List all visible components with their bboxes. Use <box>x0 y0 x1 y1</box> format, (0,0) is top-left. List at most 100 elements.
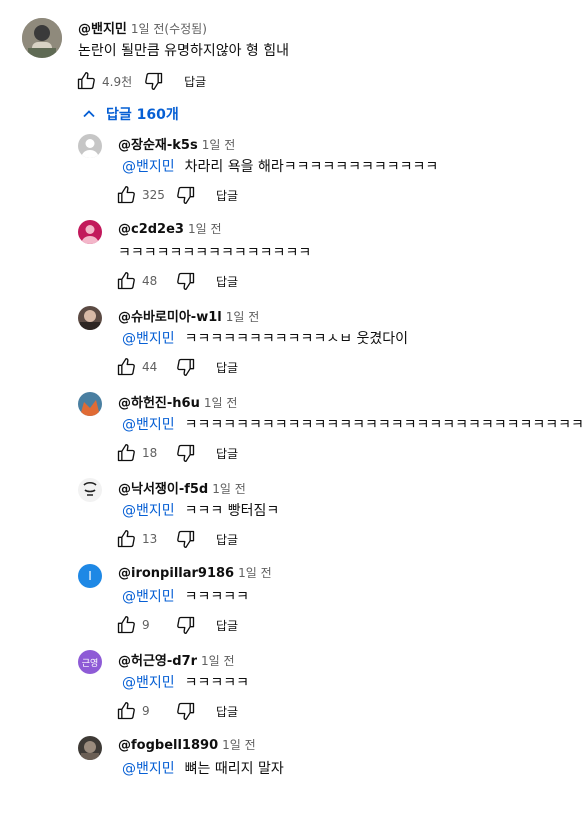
reply-button[interactable]: 답글 <box>216 359 238 376</box>
like-icon[interactable] <box>116 357 136 377</box>
reply-time[interactable]: 1일 전 <box>201 652 235 669</box>
reply-meta: @ironpillar9186 1일 전 <box>118 564 272 581</box>
reply-author[interactable]: @장순재-k5s <box>118 134 198 153</box>
reply-comment: @하헌진-h6u 1일 전 @밴지민 ㅋㅋㅋㅋㅋㅋㅋㅋㅋㅋㅋㅋㅋㅋㅋㅋㅋㅋㅋㅋㅋㅋㅋㅋ… <box>0 388 582 474</box>
reply-meta: @장순재-k5s 1일 전 <box>118 134 235 153</box>
reply-button[interactable]: 답글 <box>216 445 238 462</box>
reply-author[interactable]: @슈바로미아-w1l <box>118 306 222 325</box>
reply-avatar[interactable] <box>78 134 102 158</box>
reply-author[interactable]: @허근영-d7r <box>118 650 197 669</box>
avatar-letter: I <box>78 564 102 588</box>
reply-text-row: @밴지민 뼈는 때리지 말자 <box>122 758 284 778</box>
reply-text: 뼈는 때리지 말자 <box>184 761 284 777</box>
comment-text: 논란이 될만큼 유명하지않아 형 힘내 <box>78 43 289 59</box>
reply-button[interactable]: 답글 <box>216 273 238 290</box>
reply-actions: 9 답글 <box>116 700 238 722</box>
reply-mention-link[interactable]: @밴지민 <box>122 503 175 519</box>
reply-author[interactable]: @fogbell1890 <box>118 738 218 753</box>
reply-author[interactable]: @ironpillar9186 <box>118 566 234 581</box>
reply-avatar[interactable] <box>78 478 102 502</box>
top-comment: @밴지민 1일 전(수정됨) 논란이 될만큼 유명하지않아 형 힘내 4.9천 … <box>0 0 582 100</box>
reply-mention-link[interactable]: @밴지민 <box>122 417 175 433</box>
reply-like-count: 44 <box>142 360 158 374</box>
reply-meta: @허근영-d7r 1일 전 <box>118 650 235 669</box>
reply-comment: @fogbell1890 1일 전 @밴지민 뼈는 때리지 말자 <box>0 732 582 818</box>
comment-author[interactable]: @밴지민 <box>78 18 127 37</box>
like-icon[interactable] <box>116 443 136 463</box>
like-icon[interactable] <box>116 529 136 549</box>
reply-avatar[interactable]: 근영 <box>78 650 102 674</box>
reply-like-count: 9 <box>142 704 150 718</box>
comment-actions: 4.9천 답글 <box>76 70 206 92</box>
reply-actions: 325 답글 <box>116 184 238 206</box>
like-icon[interactable] <box>116 615 136 635</box>
like-icon[interactable] <box>76 71 96 91</box>
reply-meta: @슈바로미아-w1l 1일 전 <box>118 306 259 325</box>
reply-button[interactable]: 답글 <box>216 187 238 204</box>
reply-avatar[interactable] <box>78 220 102 244</box>
reply-like-count: 48 <box>142 274 158 288</box>
reply-time[interactable]: 1일 전 <box>222 736 256 753</box>
reply-meta: @fogbell1890 1일 전 <box>118 736 256 753</box>
dislike-icon[interactable] <box>176 271 196 291</box>
reply-text: ㅋㅋㅋㅋㅋㅋㅋㅋㅋㅋㅋㅅㅂ 웃겼다이 <box>184 331 409 347</box>
reply-text-row: @밴지민 ㅋㅋㅋㅋㅋ <box>122 672 249 692</box>
reply-like-count: 9 <box>142 618 150 632</box>
reply-mention-link[interactable]: @밴지민 <box>122 331 175 347</box>
dislike-icon[interactable] <box>144 71 164 91</box>
comment-time[interactable]: 1일 전(수정됨) <box>131 20 207 37</box>
reply-mention-link[interactable]: @밴지민 <box>122 761 175 777</box>
reply-actions: 13 답글 <box>116 528 238 550</box>
reply-time[interactable]: 1일 전 <box>188 220 222 237</box>
reply-actions: 18 답글 <box>116 442 238 464</box>
reply-author[interactable]: @c2d2e3 <box>118 222 184 237</box>
reply-text: ㅋㅋㅋ 빵터짐ㅋ <box>184 503 280 519</box>
reply-actions: 9 답글 <box>116 614 238 636</box>
like-icon[interactable] <box>116 701 136 721</box>
reply-meta: @c2d2e3 1일 전 <box>118 220 222 237</box>
dislike-icon[interactable] <box>176 443 196 463</box>
like-icon[interactable] <box>116 271 136 291</box>
reply-comment: 근영 @허근영-d7r 1일 전 @밴지민 ㅋㅋㅋㅋㅋ 9 답글 <box>0 646 582 732</box>
reply-text: 차라리 욕을 해라ㅋㅋㅋㅋㅋㅋㅋㅋㅋㅋㅋㅋ <box>184 159 439 175</box>
reply-comment: @낙서쟁이-f5d 1일 전 @밴지민 ㅋㅋㅋ 빵터짐ㅋ 13 답글 <box>0 474 582 560</box>
replies-toggle-button[interactable]: 답글 160개 <box>82 104 179 124</box>
reply-text: ㅋㅋㅋㅋㅋ <box>184 589 250 605</box>
reply-time[interactable]: 1일 전 <box>238 564 272 581</box>
reply-author[interactable]: @하헌진-h6u <box>118 392 200 411</box>
chevron-up-icon <box>82 107 96 121</box>
reply-time[interactable]: 1일 전 <box>212 480 246 497</box>
reply-button[interactable]: 답글 <box>216 617 238 634</box>
reply-mention-link[interactable]: @밴지민 <box>122 159 175 175</box>
replies-count-label: 답글 160개 <box>106 107 179 123</box>
top-comment-avatar[interactable] <box>22 18 62 58</box>
reply-actions: 44 답글 <box>116 356 238 378</box>
like-icon[interactable] <box>116 185 136 205</box>
dislike-icon[interactable] <box>176 185 196 205</box>
reply-text-row: @밴지민 ㅋㅋㅋㅋㅋㅋㅋㅋㅋㅋㅋㅅㅂ 웃겼다이 <box>122 328 408 348</box>
reply-like-count: 18 <box>142 446 158 460</box>
reply-author[interactable]: @낙서쟁이-f5d <box>118 478 208 497</box>
dislike-icon[interactable] <box>176 529 196 549</box>
reply-text-row: ㅋㅋㅋㅋㅋㅋㅋㅋㅋㅋㅋㅋㅋㅋㅋ <box>118 242 311 262</box>
reply-avatar[interactable] <box>78 736 102 760</box>
reply-comment: @슈바로미아-w1l 1일 전 @밴지민 ㅋㅋㅋㅋㅋㅋㅋㅋㅋㅋㅋㅅㅂ 웃겼다이 44 답글 <box>0 302 582 388</box>
dislike-icon[interactable] <box>176 615 196 635</box>
top-comment-meta: @밴지민 1일 전(수정됨) <box>78 18 207 37</box>
reply-button[interactable]: 답글 <box>184 73 206 90</box>
reply-meta: @낙서쟁이-f5d 1일 전 <box>118 478 246 497</box>
reply-text-row: @밴지민 ㅋㅋㅋㅋㅋㅋㅋㅋㅋㅋㅋㅋㅋㅋㅋㅋㅋㅋㅋㅋㅋㅋㅋㅋㅋㅋㅋㅋㅋㅋㅋ <box>122 414 582 434</box>
dislike-icon[interactable] <box>176 701 196 721</box>
reply-button[interactable]: 답글 <box>216 703 238 720</box>
reply-time[interactable]: 1일 전 <box>204 394 238 411</box>
reply-avatar[interactable] <box>78 306 102 330</box>
reply-mention-link[interactable]: @밴지민 <box>122 675 175 691</box>
reply-button[interactable]: 답글 <box>216 531 238 548</box>
reply-comment: I @ironpillar9186 1일 전 @밴지민 ㅋㅋㅋㅋㅋ 9 답글 <box>0 560 582 646</box>
dislike-icon[interactable] <box>176 357 196 377</box>
reply-mention-link[interactable]: @밴지민 <box>122 589 175 605</box>
reply-avatar[interactable]: I <box>78 564 102 588</box>
reply-time[interactable]: 1일 전 <box>202 136 236 153</box>
reply-time[interactable]: 1일 전 <box>226 308 260 325</box>
reply-avatar[interactable] <box>78 392 102 416</box>
